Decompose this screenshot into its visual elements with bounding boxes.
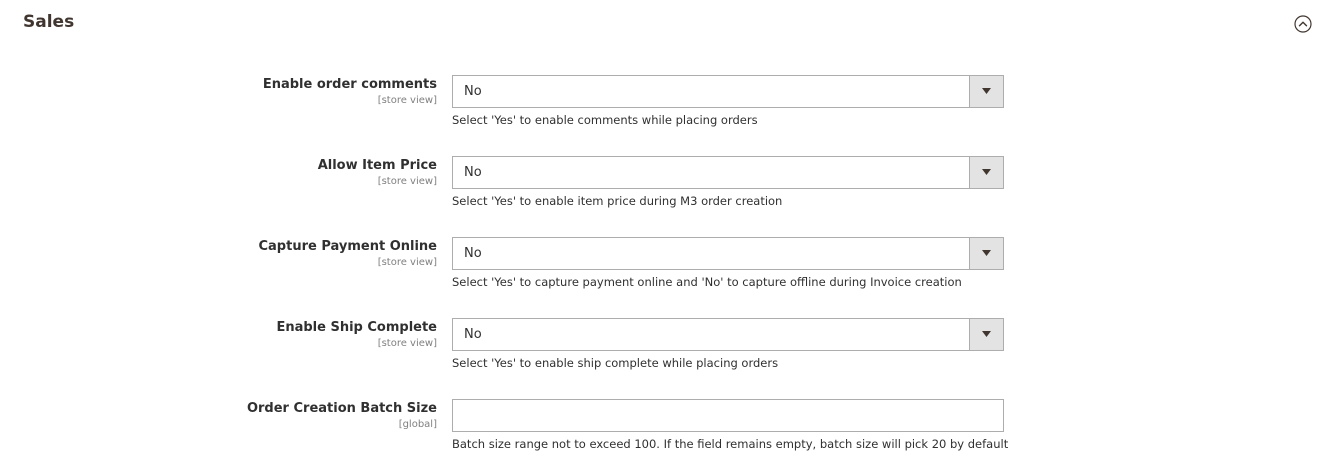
dropdown-arrow-icon[interactable] xyxy=(969,319,1003,350)
select-value: No xyxy=(464,246,482,261)
scope-label: [store view] xyxy=(377,95,437,106)
label-allow-item-price: Allow Item Price xyxy=(317,158,437,173)
scope-label: [store view] xyxy=(377,257,437,268)
label-enable-ship-complete: Enable Ship Complete xyxy=(276,320,437,335)
label-enable-order-comments: Enable order comments xyxy=(262,77,437,92)
field-note: Select 'Yes' to capture payment online a… xyxy=(452,275,962,289)
field-note: Select 'Yes' to enable ship complete whi… xyxy=(452,356,779,370)
dropdown-arrow-icon[interactable] xyxy=(969,76,1003,107)
label-order-creation-batch-size: Order Creation Batch Size xyxy=(246,401,437,416)
dropdown-arrow-icon[interactable] xyxy=(969,238,1003,269)
field-row-order-creation-batch-size: Order Creation Batch Size [global] Batch… xyxy=(0,399,1329,469)
field-row-allow-item-price: Allow Item Price [store view] No Select … xyxy=(0,156,1329,226)
field-row-enable-order-comments: Enable order comments [store view] No Se… xyxy=(0,75,1329,145)
field-label: Allow Item Price [store view] xyxy=(318,157,437,188)
section-header[interactable]: Sales xyxy=(0,0,1329,50)
field-label: Enable order comments [store view] xyxy=(263,76,437,107)
dropdown-arrow-icon[interactable] xyxy=(969,157,1003,188)
field-note: Select 'Yes' to enable comments while pl… xyxy=(452,113,758,127)
enable-ship-complete-select[interactable]: No xyxy=(452,318,1004,351)
field-label: Order Creation Batch Size [global] xyxy=(247,400,437,431)
field-row-enable-ship-complete: Enable Ship Complete [store view] No Sel… xyxy=(0,318,1329,388)
order-creation-batch-size-input[interactable] xyxy=(452,399,1004,432)
field-label: Enable Ship Complete [store view] xyxy=(276,319,437,350)
select-value: No xyxy=(464,165,482,180)
enable-order-comments-select[interactable]: No xyxy=(452,75,1004,108)
chevron-up-circle-icon[interactable] xyxy=(1294,15,1312,33)
allow-item-price-select[interactable]: No xyxy=(452,156,1004,189)
field-label: Capture Payment Online [store view] xyxy=(258,238,437,269)
label-capture-payment-online: Capture Payment Online xyxy=(258,239,437,254)
scope-label: [global] xyxy=(398,419,437,430)
field-row-capture-payment-online: Capture Payment Online [store view] No S… xyxy=(0,237,1329,307)
field-note: Batch size range not to exceed 100. If t… xyxy=(452,437,1009,451)
scope-label: [store view] xyxy=(377,338,437,349)
scope-label: [store view] xyxy=(377,176,437,187)
capture-payment-online-select[interactable]: No xyxy=(452,237,1004,270)
section-title: Sales xyxy=(23,12,75,32)
select-value: No xyxy=(464,84,482,99)
field-note: Select 'Yes' to enable item price during… xyxy=(452,194,783,208)
select-value: No xyxy=(464,327,482,342)
